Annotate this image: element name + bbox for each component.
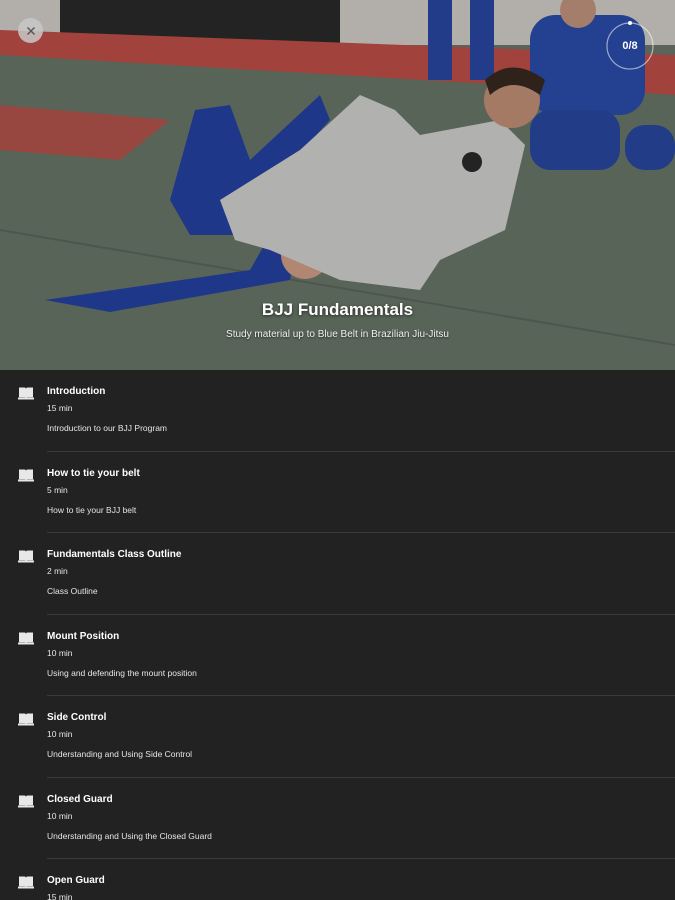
- lesson-description: Understanding and Using Side Control: [47, 749, 193, 759]
- lesson-description: Understanding and Using the Closed Guard: [47, 830, 212, 841]
- list-item-closed-guard[interactable]: Closed Guard 10 min Understanding and Us…: [0, 778, 675, 859]
- book-icon: [18, 387, 34, 400]
- page-title: BJJ Fundamentals: [261, 300, 414, 319]
- lesson-title: Side Control: [47, 712, 107, 723]
- lesson-duration: 15 min: [47, 403, 73, 413]
- lesson-description: Using and defending the mount position: [47, 667, 197, 678]
- lesson-duration: 10 min: [47, 729, 73, 739]
- book-icon: [18, 632, 34, 644]
- list-item-tie-belt[interactable]: How to tie your belt 5 min How to tie yo…: [0, 452, 675, 533]
- lesson-duration: 10 min: [47, 810, 73, 821]
- list-item-open-guard[interactable]: Open Guard 15 min: [0, 859, 675, 900]
- list-item-side-control[interactable]: Side Control 10 min Understanding and Us…: [0, 696, 675, 778]
- lesson-title: Mount Position: [47, 630, 120, 642]
- progress-count: 0/8: [622, 40, 638, 52]
- lesson-title: Introduction: [47, 386, 106, 397]
- lesson-duration: 10 min: [47, 647, 73, 658]
- book-icon: [18, 795, 34, 807]
- lesson-description: Introduction to our BJJ Program: [47, 423, 168, 433]
- list-item-mount-position[interactable]: Mount Position 10 min Using and defendin…: [0, 615, 675, 696]
- lesson-description: How to tie your BJJ belt: [47, 504, 137, 515]
- lesson-duration: 15 min: [47, 892, 73, 900]
- lesson-description: Class Outline: [47, 586, 98, 596]
- list-item-introduction[interactable]: Introduction 15 min Introduction to our …: [0, 370, 675, 452]
- close-icon: [26, 26, 35, 35]
- lesson-title: Open Guard: [47, 875, 105, 886]
- lesson-list: Introduction 15 min Introduction to our …: [0, 370, 675, 900]
- book-icon: [18, 713, 34, 726]
- close-button[interactable]: [18, 18, 43, 43]
- book-icon: [18, 876, 34, 889]
- lesson-title: Closed Guard: [47, 793, 113, 805]
- book-icon: [18, 550, 34, 563]
- lesson-title: How to tie your belt: [47, 467, 140, 479]
- lesson-duration: 2 min: [47, 566, 68, 576]
- lesson-title: Fundamentals Class Outline: [47, 549, 182, 560]
- book-icon: [18, 469, 34, 481]
- lesson-duration: 5 min: [47, 484, 68, 495]
- list-item-class-outline[interactable]: Fundamentals Class Outline 2 min Class O…: [0, 533, 675, 615]
- hero-banner: 0/8 BJJ Fundamentals Study material up t…: [0, 0, 675, 370]
- page-subtitle: Study material up to Blue Belt in Brazil…: [226, 329, 449, 340]
